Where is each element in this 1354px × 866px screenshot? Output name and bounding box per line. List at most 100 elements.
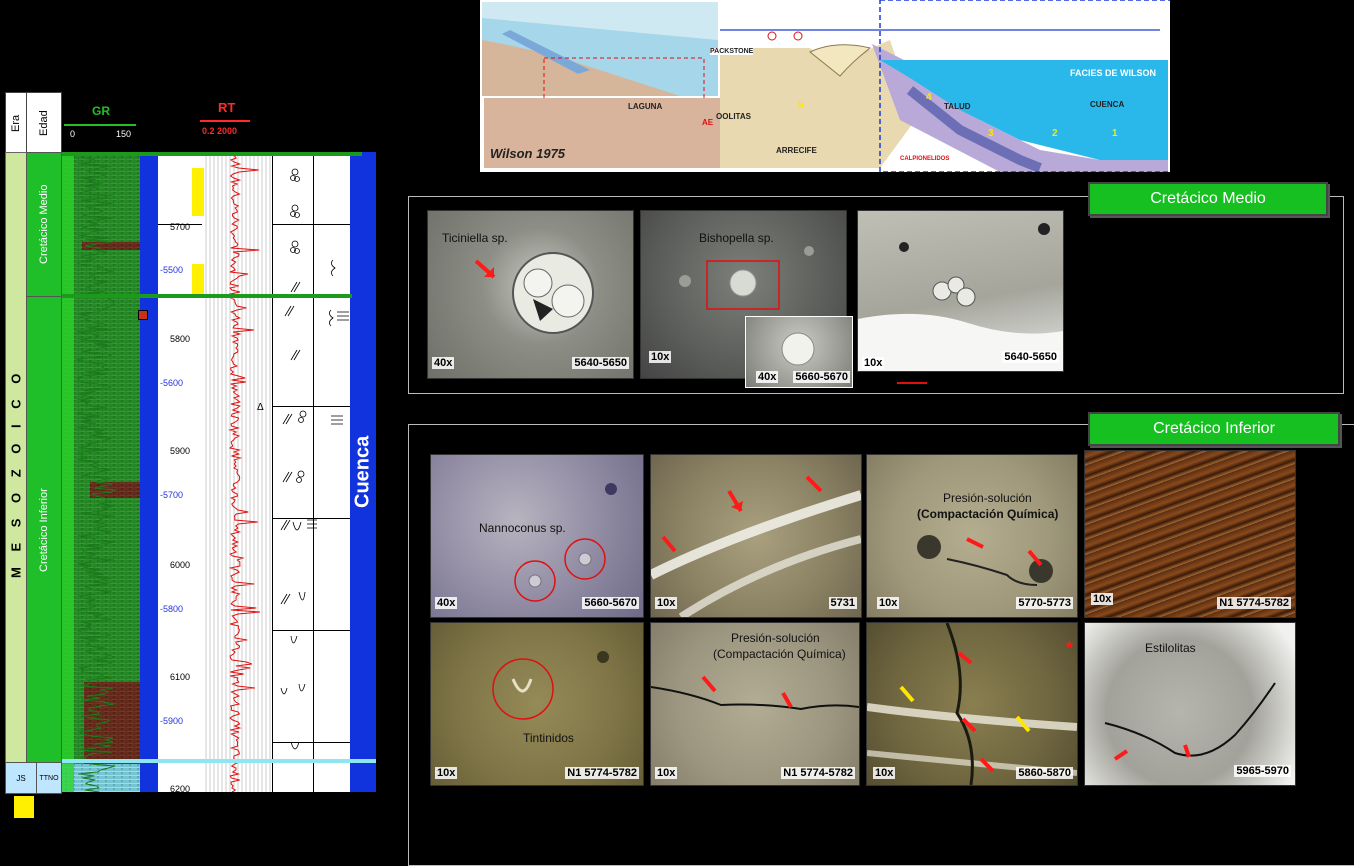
photo-name-2: (Compactación Química) bbox=[917, 507, 1059, 521]
rt-label: RT bbox=[218, 100, 236, 115]
fossil-symbols bbox=[280, 168, 349, 750]
photo-depth: N1 5774-5782 bbox=[781, 767, 855, 779]
depth-track: 5700 -5500 5800 -5600 5900 -5700 6000 -5… bbox=[158, 152, 202, 794]
depth-md-5900: 5900 bbox=[170, 446, 191, 456]
core-marker bbox=[138, 310, 148, 320]
depth-md-5800: 5800 bbox=[170, 334, 191, 344]
depth-tvd-5500: -5500 bbox=[160, 265, 184, 275]
medio-inferior-boundary bbox=[62, 294, 352, 298]
photo-magnification: 10x bbox=[877, 597, 900, 609]
gr-track bbox=[62, 152, 140, 792]
photo-estilolitas: Estilolitas 5965-5970 bbox=[1084, 622, 1296, 786]
era-header: Era bbox=[5, 92, 27, 154]
packstone-label: PACKSTONE bbox=[710, 48, 754, 55]
photo-depth: 5660-5670 bbox=[582, 597, 639, 609]
gr-header: GR 0 150 bbox=[64, 104, 144, 144]
photo-presion-solucion-2: Presión-solución (Compactación Química) … bbox=[650, 622, 860, 786]
gr-label: GR bbox=[92, 104, 110, 118]
depth-md-6100: 6100 bbox=[170, 672, 191, 682]
lithology-symbol-track: Δ bbox=[257, 152, 351, 792]
photo-medio-3: 10x 5640-5650 bbox=[857, 210, 1064, 372]
edad-cretacico-medio: Cretácico Medio bbox=[26, 152, 62, 297]
photo-magnification: 10x bbox=[655, 767, 678, 779]
rt-scale: 0.2 2000 bbox=[202, 126, 238, 136]
photo-magnification: 10x bbox=[655, 597, 678, 609]
js-boundary bbox=[62, 759, 376, 763]
environment-track: Cuenca bbox=[350, 152, 376, 792]
legend-yellow-swatch bbox=[14, 796, 34, 818]
photo-n1-5774-5782: 10x N1 5774-5782 bbox=[1084, 450, 1296, 618]
wilson-facies-svg bbox=[480, 0, 1191, 173]
photo-magnification: 40x bbox=[432, 357, 455, 369]
photo-depth: N1 5774-5782 bbox=[565, 767, 639, 779]
facies-num-4: 4 bbox=[926, 92, 932, 103]
scale-bar bbox=[897, 382, 927, 384]
gr-min: 0 bbox=[70, 129, 76, 139]
photo-name: Presión-solución bbox=[731, 631, 820, 645]
gr-max: 150 bbox=[116, 129, 132, 139]
wilson-diagram: Wilson 1975 FACIES DE WILSON LAGUNA OOLI… bbox=[480, 0, 1191, 173]
photo-bishopella-inset: 40x 5660-5670 bbox=[745, 316, 853, 388]
yellow-marker-1 bbox=[192, 168, 202, 216]
photo-name: Estilolitas bbox=[1145, 641, 1196, 655]
facies-title: FACIES DE WILSON bbox=[1070, 68, 1157, 78]
yellow-marker-2 bbox=[192, 264, 202, 294]
depth-tvd-5600: -5600 bbox=[160, 378, 184, 388]
cuenca-label: CUENCA bbox=[1090, 100, 1125, 109]
badge-cretacico-inferior: Cretácico Inferior bbox=[1088, 412, 1340, 446]
depth-md-6000: 6000 bbox=[170, 560, 191, 570]
photo-depth: N1 5774-5782 bbox=[1217, 597, 1291, 609]
photo-presion-solucion-1: Presión-solución (Compactación Química) … bbox=[866, 454, 1078, 618]
calpionelidos-label: CALPIONELIDOS bbox=[900, 156, 950, 162]
photo-nannoconus: Nannoconus sp. 40x 5660-5670 bbox=[430, 454, 644, 618]
edad-cretacico-inferior: Cretácico Inferior bbox=[26, 296, 62, 764]
gr-curve bbox=[62, 152, 140, 792]
facies-num-2: 2 bbox=[1052, 128, 1058, 139]
talud-label: TALUD bbox=[944, 102, 971, 111]
environment-label: Cuenca bbox=[351, 435, 374, 509]
top-boundary bbox=[62, 152, 362, 156]
photo-depth: 5860-5870 bbox=[1016, 767, 1073, 779]
photo-magnification: 40x bbox=[756, 371, 779, 383]
photo-name: Bishopella sp. bbox=[699, 231, 774, 245]
photo-depth: 5640-5650 bbox=[572, 357, 629, 369]
photo-ticiniella: Ticiniella sp. 40x 5640-5650 bbox=[427, 210, 634, 379]
badge-cretacico-medio: Cretácico Medio bbox=[1088, 182, 1328, 216]
photo-magnification: 10x bbox=[862, 357, 885, 369]
photo-depth: 5770-5773 bbox=[1016, 597, 1073, 609]
depth-tvd-5700: -5700 bbox=[160, 490, 184, 500]
wilson-caption: Wilson 1975 bbox=[490, 146, 566, 161]
depth-tvd-5900: -5900 bbox=[160, 716, 184, 726]
rt-track bbox=[202, 152, 272, 792]
facies-num-3: 3 bbox=[988, 128, 994, 139]
photo-name: Tintinidos bbox=[523, 731, 574, 745]
photo-depth: 5965-5970 bbox=[1234, 765, 1291, 777]
rt-header: RT 0.2 2000 bbox=[198, 100, 258, 144]
photo-depth: 5660-5670 bbox=[793, 371, 850, 383]
photo-tintinidos: Tintinidos 10x N1 5774-5782 bbox=[430, 622, 644, 786]
arrecife-label: ARRECIFE bbox=[776, 146, 817, 155]
depth-md-6200: 6200 bbox=[170, 784, 191, 794]
js-label: JS bbox=[5, 762, 37, 794]
photo-name: Nannoconus sp. bbox=[479, 521, 566, 535]
photo-name: Presión-solución bbox=[943, 491, 1032, 505]
photo-5860-5870: 10x 5860-5870 bbox=[866, 622, 1078, 786]
laguna-label: LAGUNA bbox=[628, 102, 663, 111]
photo-magnification: 10x bbox=[435, 767, 458, 779]
ttno-label: TTNO bbox=[36, 762, 62, 794]
photo-magnification: 10x bbox=[1091, 593, 1114, 605]
photo-depth: 5640-5650 bbox=[1002, 351, 1059, 363]
edad-header: Edad bbox=[26, 92, 62, 154]
photo-magnification: 10x bbox=[649, 351, 672, 363]
photo-depth: 5731 bbox=[828, 597, 857, 609]
photo-magnification: 40x bbox=[435, 597, 458, 609]
era-column: M E S O Z O I C O bbox=[5, 152, 27, 794]
photo-5731: 10x 5731 bbox=[650, 454, 862, 618]
facies-num-1: 1 bbox=[1112, 128, 1118, 139]
facies-num-5: 5 bbox=[798, 100, 804, 111]
photo-name-2: (Compactación Química) bbox=[713, 647, 846, 661]
oolitas-label: OOLITAS bbox=[716, 112, 751, 121]
rt-curve bbox=[202, 152, 272, 792]
ae-label: AE bbox=[702, 118, 714, 127]
photo-name: Ticiniella sp. bbox=[442, 231, 508, 245]
